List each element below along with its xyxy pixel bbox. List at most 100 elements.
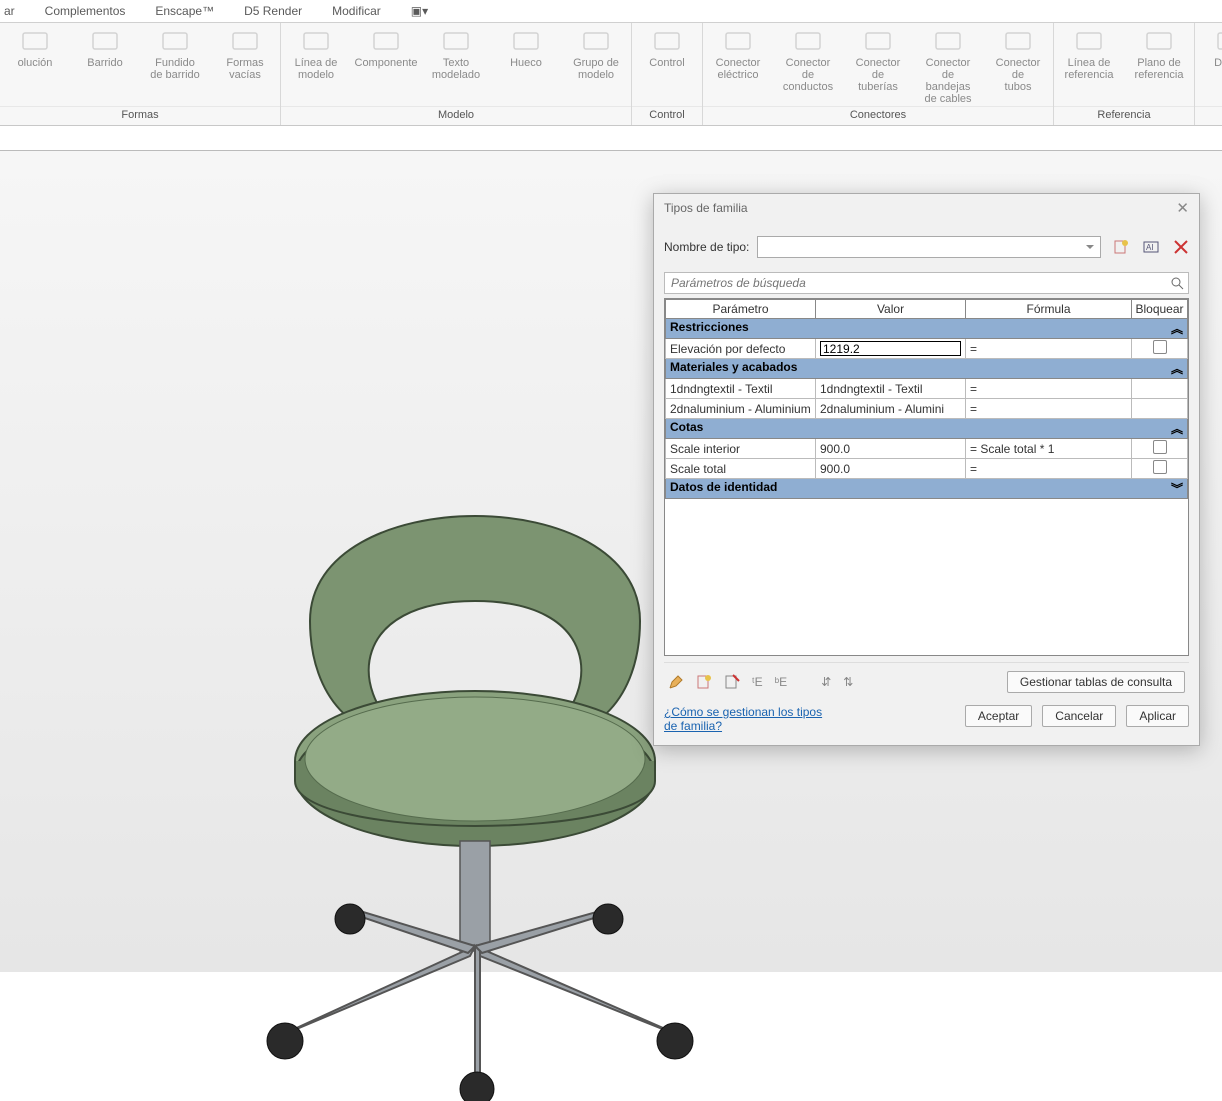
formula-cell[interactable]: =: [966, 339, 1132, 359]
param-row[interactable]: Scale interior900.0= Scale total * 1: [666, 439, 1188, 459]
new-param-icon[interactable]: [696, 674, 712, 690]
ribbon-panel: Línea dereferencia Plano dereferencia Refe…: [1054, 23, 1195, 125]
panel-title: Conectores: [703, 106, 1053, 125]
param-row[interactable]: 1dndngtextil - Textil1dndngtextil - Text…: [666, 379, 1188, 399]
group-row[interactable]: Datos de identidad︾: [666, 479, 1188, 499]
tab-item[interactable]: ar: [0, 2, 19, 20]
checkbox-icon[interactable]: [1153, 340, 1167, 354]
param-cell[interactable]: 2dnaluminium - Aluminium: [666, 399, 816, 419]
tab-item[interactable]: Modificar: [328, 2, 385, 20]
dialog-titlebar[interactable]: Tipos de familia ✕: [654, 194, 1199, 222]
ribbon-icon: [89, 27, 121, 55]
ribbon-button[interactable]: Formasvacías: [210, 23, 280, 106]
move-down-icon[interactable]: ᵇE: [775, 675, 788, 689]
ribbon-icon: [229, 27, 261, 55]
type-name-label: Nombre de tipo:: [664, 240, 749, 254]
delete-param-icon[interactable]: [724, 674, 740, 690]
tab-item[interactable]: Enscape™: [151, 2, 218, 20]
grid-empty-area: [665, 499, 1188, 655]
ribbon-button[interactable]: olución: [0, 23, 70, 106]
ribbon-label: Plano dereferencia: [1135, 57, 1184, 81]
ribbon-button[interactable]: Conector deconductos: [773, 23, 843, 106]
ribbon-button[interactable]: Línea dereferencia: [1054, 23, 1124, 106]
cancel-button[interactable]: Cancelar: [1042, 705, 1116, 727]
ribbon-button[interactable]: Fundidode barrido: [140, 23, 210, 106]
lock-cell[interactable]: [1132, 339, 1188, 359]
ribbon-button[interactable]: Conector debandejas de cables: [913, 23, 983, 106]
ribbon-button[interactable]: Plano dereferencia: [1124, 23, 1194, 106]
value-cell[interactable]: 2dnaluminium - Alumini: [816, 399, 966, 419]
ribbon-button[interactable]: Definir: [1195, 23, 1222, 106]
lock-cell[interactable]: [1132, 439, 1188, 459]
ribbon-label: Control: [649, 57, 684, 69]
ribbon-button[interactable]: Conector detubos: [983, 23, 1053, 106]
ribbon-button[interactable]: Componente: [351, 23, 421, 106]
col-param[interactable]: Parámetro: [666, 300, 816, 319]
search-input[interactable]: [669, 275, 1170, 291]
ribbon-icon: [722, 27, 754, 55]
value-cell[interactable]: 1dndngtextil - Textil: [816, 379, 966, 399]
param-row[interactable]: Scale total900.0=: [666, 459, 1188, 479]
close-icon[interactable]: ✕: [1176, 199, 1189, 217]
ok-button[interactable]: Aceptar: [965, 705, 1032, 727]
edit-param-icon[interactable]: [668, 674, 684, 690]
formula-cell[interactable]: = Scale total * 1: [966, 439, 1132, 459]
ribbon-label: Textomodelado: [432, 57, 480, 81]
search-row: [664, 272, 1189, 294]
panel-title: Modelo: [281, 106, 631, 125]
ribbon-button[interactable]: Hueco: [491, 23, 561, 106]
ribbon-button[interactable]: Conectoreléctrico: [703, 23, 773, 106]
param-cell[interactable]: Elevación por defecto: [666, 339, 816, 359]
formula-cell[interactable]: =: [966, 459, 1132, 479]
type-name-combo[interactable]: [757, 236, 1101, 258]
ribbon-button[interactable]: Control: [632, 23, 702, 106]
group-row[interactable]: Materiales y acabados︽: [666, 359, 1188, 379]
lock-cell[interactable]: [1132, 399, 1188, 419]
delete-type-icon[interactable]: [1173, 239, 1189, 255]
dialog-toolbar: ᵗE ᵇE ⇵ ⇅ Gestionar tablas de consulta: [664, 662, 1189, 701]
manage-lookup-tables-button[interactable]: Gestionar tablas de consulta: [1007, 671, 1185, 693]
ribbon-button[interactable]: Línea demodelo: [281, 23, 351, 106]
ribbon-icon: [1073, 27, 1105, 55]
help-link[interactable]: ¿Cómo se gestionan los tipos de familia?: [664, 705, 824, 733]
param-cell[interactable]: Scale total: [666, 459, 816, 479]
lock-cell[interactable]: [1132, 379, 1188, 399]
search-icon[interactable]: [1170, 276, 1184, 290]
value-cell[interactable]: 900.0: [816, 439, 966, 459]
checkbox-icon[interactable]: [1153, 440, 1167, 454]
ribbon-button[interactable]: Barrido: [70, 23, 140, 106]
ribbon-label: Componente: [355, 57, 418, 69]
sort-desc-icon[interactable]: ⇅: [843, 675, 853, 689]
col-lock[interactable]: Bloquear: [1132, 300, 1188, 319]
group-row[interactable]: Cotas︽: [666, 419, 1188, 439]
ribbon-icon: [1214, 27, 1222, 55]
ribbon-label: Conectoreléctrico: [716, 57, 761, 81]
ribbon-button[interactable]: Textomodelado: [421, 23, 491, 106]
rename-type-icon[interactable]: AI: [1143, 239, 1159, 255]
new-type-icon[interactable]: [1113, 239, 1129, 255]
group-row[interactable]: Restricciones︽: [666, 319, 1188, 339]
tab-item[interactable]: D5 Render: [240, 2, 306, 20]
panel-title: Referencia: [1054, 106, 1194, 125]
ribbon-panel: Línea demodelo Componente Textomodelado Hue…: [281, 23, 632, 125]
value-cell[interactable]: 900.0: [816, 459, 966, 479]
tab-item[interactable]: Complementos: [41, 2, 130, 20]
checkbox-icon[interactable]: [1153, 460, 1167, 474]
sort-asc-icon[interactable]: ⇵: [821, 675, 831, 689]
tab-item[interactable]: ▣▾: [407, 2, 432, 20]
value-input[interactable]: [820, 341, 961, 356]
move-up-icon[interactable]: ᵗE: [752, 675, 763, 689]
lock-cell[interactable]: [1132, 459, 1188, 479]
ribbon-button[interactable]: Conector detuberías: [843, 23, 913, 106]
param-cell[interactable]: Scale interior: [666, 439, 816, 459]
param-cell[interactable]: 1dndngtextil - Textil: [666, 379, 816, 399]
chair-3d-model: [250, 441, 700, 1101]
apply-button[interactable]: Aplicar: [1126, 705, 1189, 727]
col-formula[interactable]: Fórmula: [966, 300, 1132, 319]
param-row[interactable]: Elevación por defecto =: [666, 339, 1188, 359]
ribbon-button[interactable]: Grupo demodelo: [561, 23, 631, 106]
formula-cell[interactable]: =: [966, 399, 1132, 419]
param-row[interactable]: 2dnaluminium - Aluminium2dnaluminium - A…: [666, 399, 1188, 419]
formula-cell[interactable]: =: [966, 379, 1132, 399]
col-value[interactable]: Valor: [816, 300, 966, 319]
